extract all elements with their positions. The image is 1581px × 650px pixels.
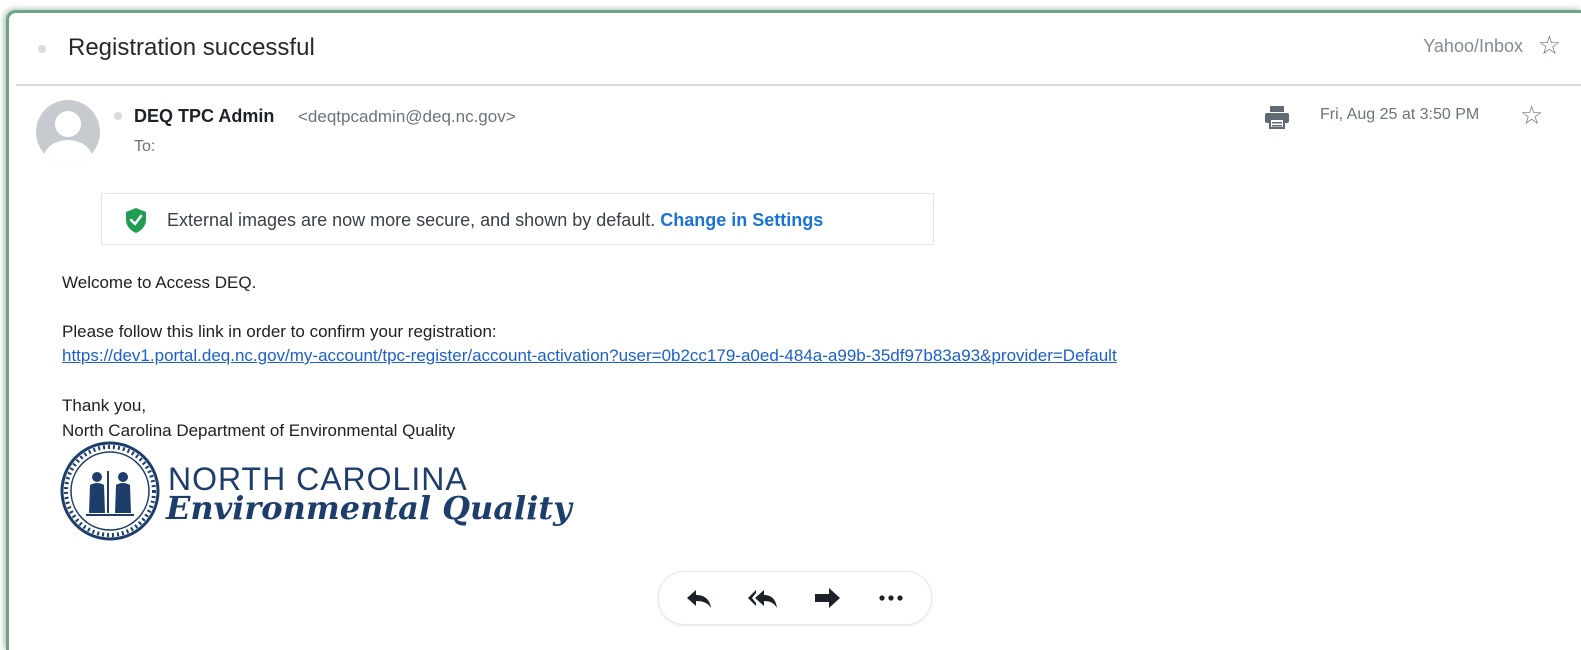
nc-seal-icon [60,441,160,541]
print-icon[interactable] [1263,105,1291,129]
more-icon[interactable] [875,584,907,612]
subject-bar: Registration successful Yahoo/Inbox ☆ [16,20,1581,86]
to-label: To: [134,138,156,155]
sender-dot [114,112,122,120]
email-subject: Registration successful [68,34,315,61]
avatar-head [55,111,81,137]
sender-name[interactable]: DEQ TPC Admin [134,106,274,127]
logo-environmental-quality: Environmental Quality [166,489,572,527]
external-images-notice: External images are now more secure, and… [101,193,934,245]
shield-check-icon [126,208,146,233]
message-action-bar [658,571,932,625]
folder-label[interactable]: Yahoo/Inbox [1423,36,1523,57]
avatar[interactable] [36,100,100,164]
notice-text: External images are now more secure, and… [167,210,823,231]
activation-link[interactable]: https://dev1.portal.deq.nc.gov/my-accoun… [62,346,1117,366]
change-settings-link[interactable]: Change in Settings [660,210,823,230]
star-icon[interactable]: ☆ [1520,102,1543,128]
message-date: Fri, Aug 25 at 3:50 PM [1320,106,1480,123]
welcome-text: Welcome to Access DEQ. [62,273,257,292]
thanks-text: Thank you, [62,396,147,415]
star-icon[interactable]: ☆ [1538,32,1561,58]
instruction-text: Please follow this link in order to conf… [62,322,497,341]
forward-icon[interactable] [811,584,843,612]
unread-dot[interactable] [38,45,46,53]
reply-icon[interactable] [683,584,715,612]
avatar-body [44,140,92,164]
signature-text: North Carolina Department of Environment… [62,421,456,440]
sender-email[interactable]: <deqtpcadmin@deq.nc.gov> [298,107,516,127]
reply-all-icon[interactable] [747,584,779,612]
notice-message: External images are now more secure, and… [167,210,656,230]
